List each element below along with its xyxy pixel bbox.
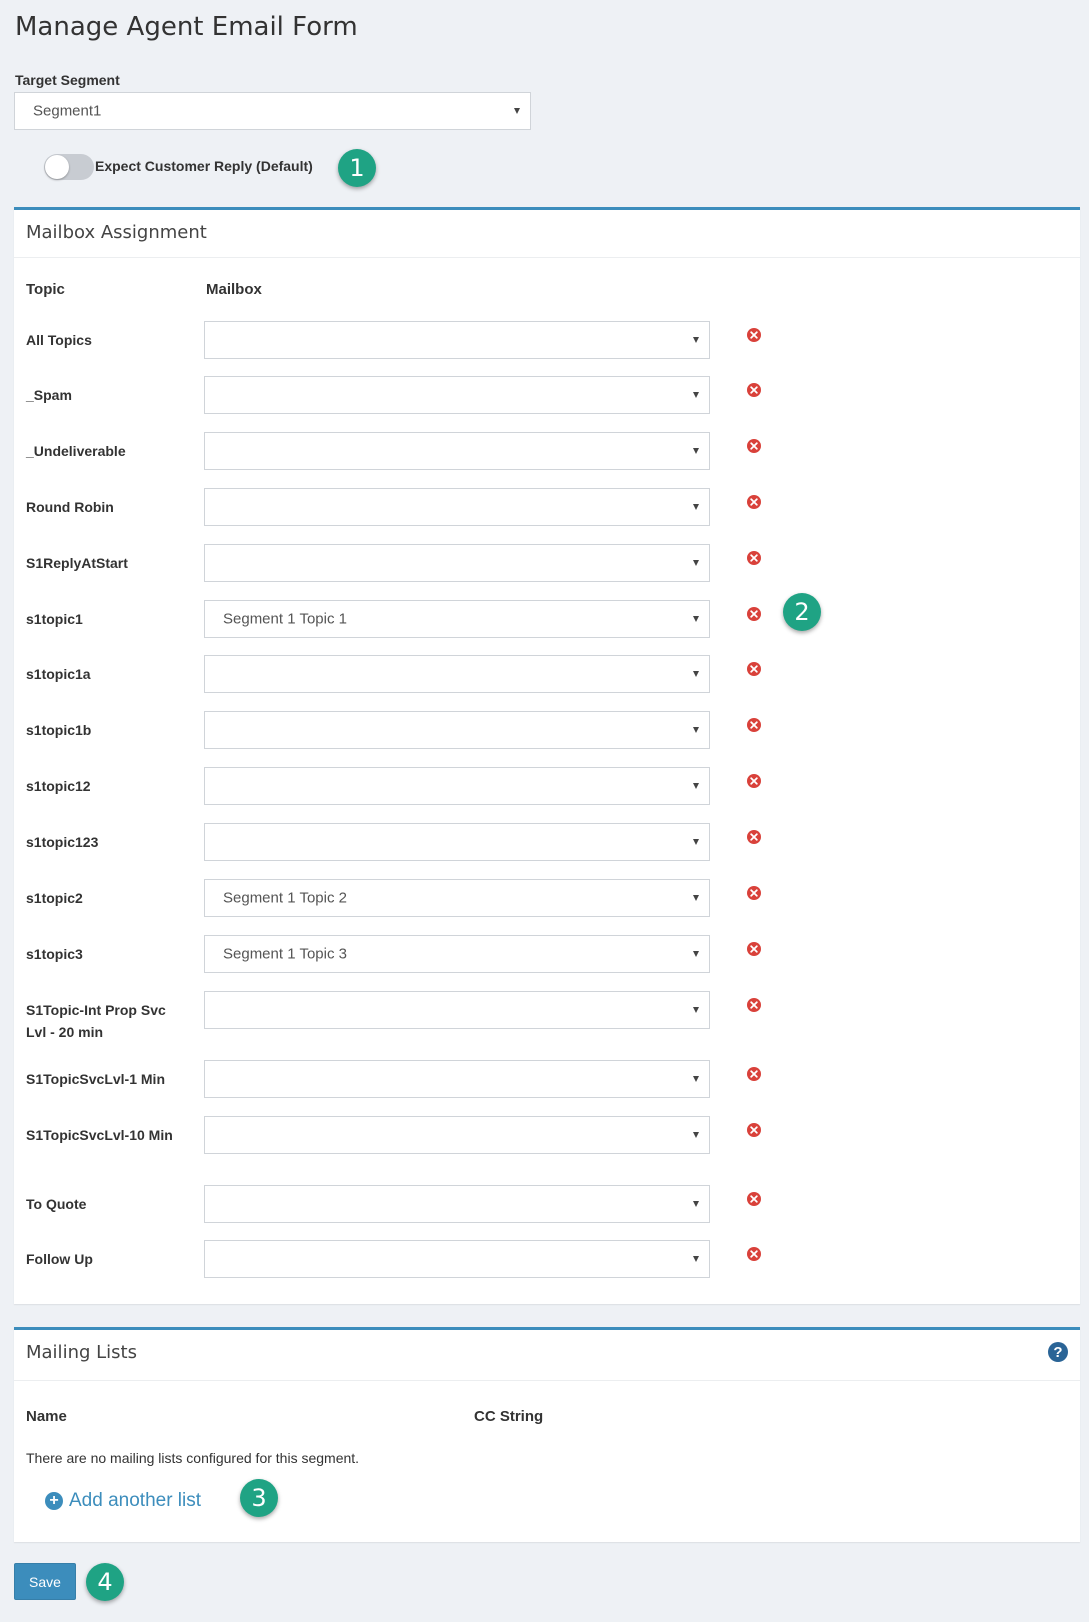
mailbox-column-header: Mailbox	[206, 281, 262, 298]
mailbox-select[interactable]: Segment 1 Topic 2	[204, 879, 710, 917]
topic-label: S1Topic-Int Prop Svc Lvl - 20 min	[26, 1002, 166, 1040]
topic-label: Round Robin	[26, 499, 114, 515]
caret-down-icon	[693, 1076, 699, 1082]
close-circle-icon[interactable]	[747, 1247, 761, 1261]
panel-title: Mailbox Assignment	[26, 222, 207, 243]
topic-label: s1topic2	[26, 890, 83, 906]
expect-reply-label: Expect Customer Reply (Default)	[95, 158, 313, 174]
toggle-knob	[45, 155, 69, 179]
topic-label: s1topic3	[26, 946, 83, 962]
close-circle-icon[interactable]	[747, 942, 761, 956]
close-circle-icon[interactable]	[747, 1123, 761, 1137]
add-another-list-label: Add another list	[69, 1490, 202, 1511]
topic-label: S1TopicSvcLvl-1 Min	[26, 1071, 165, 1087]
caret-down-icon	[693, 337, 699, 343]
plus-circle-icon: +	[45, 1492, 63, 1510]
close-circle-icon[interactable]	[747, 1067, 761, 1081]
expect-reply-toggle[interactable]	[44, 154, 94, 180]
close-circle-icon[interactable]	[747, 439, 761, 453]
panel-divider	[14, 1380, 1080, 1381]
add-another-list-link[interactable]: + Add another list	[45, 1490, 201, 1512]
close-circle-icon[interactable]	[747, 383, 761, 397]
mailing-lists-panel: Mailing Lists ? Name CC String There are…	[14, 1327, 1080, 1542]
callout-badge: 3	[240, 1479, 278, 1517]
mailbox-assignment-panel: Mailbox Assignment Topic Mailbox All Top…	[14, 207, 1080, 1304]
mailbox-select[interactable]	[204, 376, 710, 414]
mailbox-select-value: Segment 1 Topic 1	[223, 610, 347, 628]
question-circle-icon[interactable]: ?	[1048, 1342, 1068, 1362]
caret-down-icon	[514, 108, 520, 114]
caret-down-icon	[693, 951, 699, 957]
topic-label: s1topic1	[26, 611, 83, 627]
caret-down-icon	[693, 560, 699, 566]
caret-down-icon	[693, 671, 699, 677]
topic-label: To Quote	[26, 1196, 87, 1212]
mailbox-select[interactable]	[204, 321, 710, 359]
topic-label: _Spam	[26, 387, 72, 403]
mailbox-select[interactable]	[204, 823, 710, 861]
topic-label: s1topic12	[26, 778, 91, 794]
target-segment-value: Segment1	[33, 102, 102, 120]
panel-title: Mailing Lists	[26, 1342, 137, 1363]
topic-label: s1topic123	[26, 834, 99, 850]
topic-label: Follow Up	[26, 1251, 93, 1267]
mailbox-select[interactable]	[204, 711, 710, 749]
caret-down-icon	[693, 448, 699, 454]
mailbox-select[interactable]: Segment 1 Topic 1	[204, 600, 710, 638]
caret-down-icon	[693, 616, 699, 622]
close-circle-icon[interactable]	[747, 886, 761, 900]
close-circle-icon[interactable]	[747, 662, 761, 676]
mailbox-select[interactable]: Segment 1 Topic 3	[204, 935, 710, 973]
caret-down-icon	[693, 1256, 699, 1262]
close-circle-icon[interactable]	[747, 998, 761, 1012]
mailbox-select[interactable]	[204, 655, 710, 693]
close-circle-icon[interactable]	[747, 1192, 761, 1206]
mailbox-select[interactable]	[204, 991, 710, 1029]
topic-label: S1ReplyAtStart	[26, 555, 128, 571]
caret-down-icon	[693, 839, 699, 845]
callout-badge: 1	[338, 149, 376, 187]
close-circle-icon[interactable]	[747, 830, 761, 844]
caret-down-icon	[693, 895, 699, 901]
mailbox-select[interactable]	[204, 767, 710, 805]
close-circle-icon[interactable]	[747, 718, 761, 732]
callout-badge: 4	[86, 1563, 124, 1601]
save-button[interactable]: Save	[14, 1563, 76, 1600]
mailbox-select[interactable]	[204, 432, 710, 470]
mailbox-select[interactable]	[204, 1060, 710, 1098]
topic-label: All Topics	[26, 332, 92, 348]
close-circle-icon[interactable]	[747, 607, 761, 621]
topic-label: s1topic1b	[26, 722, 92, 738]
close-circle-icon[interactable]	[747, 495, 761, 509]
caret-down-icon	[693, 1201, 699, 1207]
mailbox-select[interactable]	[204, 1240, 710, 1278]
caret-down-icon	[693, 727, 699, 733]
callout-badge: 2	[783, 593, 821, 631]
mailbox-select[interactable]	[204, 1185, 710, 1223]
close-circle-icon[interactable]	[747, 328, 761, 342]
topic-label: _Undeliverable	[26, 443, 126, 459]
mailbox-select-value: Segment 1 Topic 2	[223, 889, 347, 907]
topic-column-header: Topic	[26, 281, 65, 298]
caret-down-icon	[693, 1007, 699, 1013]
page-title: Manage Agent Email Form	[15, 12, 358, 42]
target-segment-select[interactable]: Segment1	[14, 92, 531, 130]
caret-down-icon	[693, 783, 699, 789]
close-circle-icon[interactable]	[747, 774, 761, 788]
caret-down-icon	[693, 1132, 699, 1138]
topic-label: S1TopicSvcLvl-10 Min	[26, 1127, 173, 1143]
mailbox-select-value: Segment 1 Topic 3	[223, 945, 347, 963]
mailbox-select[interactable]	[204, 1116, 710, 1154]
mailbox-select[interactable]	[204, 544, 710, 582]
name-column-header: Name	[26, 1408, 67, 1425]
empty-mailing-lists-message: There are no mailing lists configured fo…	[26, 1450, 360, 1466]
close-circle-icon[interactable]	[747, 551, 761, 565]
cc-string-column-header: CC String	[474, 1408, 544, 1425]
target-segment-label: Target Segment	[15, 72, 120, 88]
caret-down-icon	[693, 392, 699, 398]
panel-divider	[14, 257, 1080, 258]
caret-down-icon	[693, 504, 699, 510]
topic-label: s1topic1a	[26, 666, 91, 682]
mailbox-select[interactable]	[204, 488, 710, 526]
